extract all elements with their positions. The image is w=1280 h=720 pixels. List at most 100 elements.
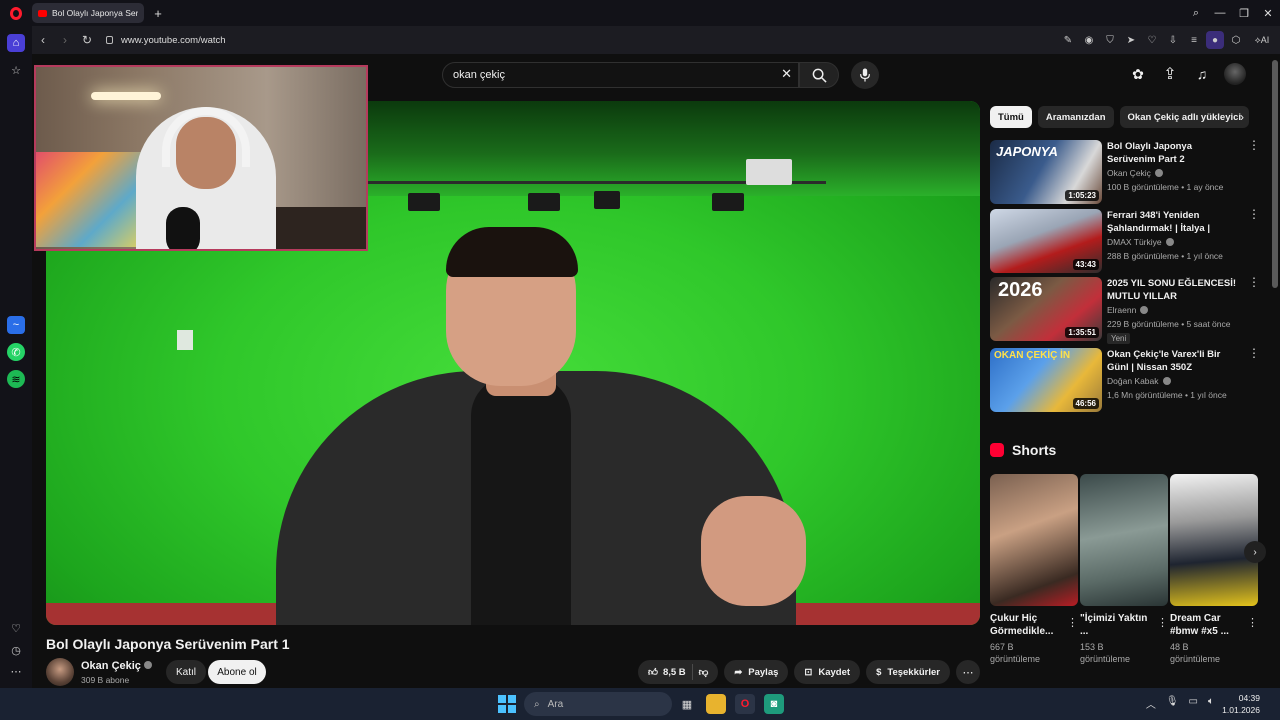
shield-icon[interactable]: ⛉	[1101, 31, 1119, 49]
short-menu-icon[interactable]: ⋮	[1247, 616, 1258, 629]
shorts-next-icon[interactable]: ›	[1244, 541, 1266, 563]
share-button[interactable]: ➦ Paylaş	[724, 660, 789, 684]
video-thumbnail[interactable]: OKAN ÇEKİÇ İN 46:56	[990, 348, 1102, 412]
heart-icon[interactable]: ♡	[1143, 31, 1161, 49]
tray-volume-icon[interactable]: 🔈︎	[1208, 696, 1214, 711]
video-title-link[interactable]: Okan Çekiç'le Varex'li Bir Günl | Nissan…	[1107, 348, 1243, 374]
discord-like-app-icon[interactable]: ◙	[764, 694, 784, 714]
save-button[interactable]: ⊡ Kaydet	[794, 660, 861, 684]
search-button[interactable]	[799, 62, 839, 88]
tray-expand-icon[interactable]: ︿	[1146, 696, 1156, 711]
maximize-icon[interactable]: ❐	[1232, 0, 1256, 26]
short-menu-icon[interactable]: ⋮	[1157, 616, 1168, 629]
video-menu-icon[interactable]: ⋮	[1248, 347, 1260, 362]
tab-search-icon[interactable]: ⌕	[1184, 0, 1208, 26]
recommended-video[interactable]: JAPONYA 1:05:23 Bol Olaylı Japonya Serüv…	[990, 139, 1260, 204]
voice-search-button[interactable]	[851, 61, 879, 89]
star-icon[interactable]: ☆	[7, 61, 25, 79]
taskbar-clock[interactable]: 04:39 1.01.2026	[1222, 692, 1260, 716]
opera-menu-icon[interactable]	[0, 0, 32, 26]
reload-icon[interactable]: ↻	[76, 29, 98, 51]
short-title[interactable]: Dream Car #bmw #x5 ...	[1170, 612, 1244, 638]
recommended-video[interactable]: 43:43 Ferrari 348'i Yeniden Şahlandırmak…	[990, 208, 1260, 273]
webcam-bed	[36, 152, 146, 247]
url-field[interactable]: www.youtube.com/watch	[106, 35, 226, 46]
window-controls: ⌕ — ❐ ✕	[1184, 0, 1280, 26]
video-title-link[interactable]: Bol Olaylı Japonya Serüvenim Part 2	[1107, 140, 1243, 166]
taskbar-search[interactable]: ⌕ Ara	[524, 692, 672, 716]
edit-icon[interactable]: ✎	[1059, 31, 1077, 49]
subscribe-button[interactable]: Abone ol	[208, 660, 266, 684]
recommended-video[interactable]: OKAN ÇEKİÇ İN 46:56 Okan Çekiç'le Varex'…	[990, 347, 1260, 412]
whatsapp-icon[interactable]: ✆	[7, 343, 25, 361]
video-channel[interactable]: Doğan Kabak	[1107, 376, 1171, 386]
video-menu-icon[interactable]: ⋮	[1248, 139, 1260, 154]
tray-network-icon[interactable]: ▭	[1189, 696, 1198, 711]
short-title[interactable]: Çukur Hiç Görmedikle...	[990, 612, 1064, 638]
file-explorer-icon[interactable]	[706, 694, 726, 714]
join-button[interactable]: Katıl	[166, 660, 206, 684]
video-thumbnail[interactable]: 43:43	[990, 209, 1102, 273]
back-icon[interactable]: ‹	[32, 29, 54, 51]
short-item[interactable]: Çukur Hiç Görmedikle... 667 B görüntüleme…	[990, 474, 1078, 665]
video-channel[interactable]: DMAX Türkiye	[1107, 237, 1174, 247]
video-thumbnail[interactable]: JAPONYA 1:05:23	[990, 140, 1102, 204]
history-icon[interactable]: ◷	[7, 641, 25, 659]
forward-icon[interactable]: ›	[54, 29, 76, 51]
minimize-icon[interactable]: —	[1208, 0, 1232, 26]
more-actions-button[interactable]: ⋯	[956, 660, 980, 684]
scrollbar-thumb[interactable]	[1272, 60, 1278, 288]
notifications-bell-icon[interactable]: ♫	[1192, 64, 1212, 84]
opera-taskbar-icon[interactable]: O	[735, 694, 755, 714]
short-thumbnail[interactable]	[990, 474, 1078, 606]
camera-icon[interactable]: ◉	[1080, 31, 1098, 49]
dislike-button[interactable]: 👎︎	[699, 666, 709, 678]
short-item[interactable]: Dream Car #bmw #x5 ... 48 B görüntüleme ⋮	[1170, 474, 1258, 665]
windows-start-icon[interactable]	[498, 695, 516, 713]
chip-all[interactable]: Tümü	[990, 106, 1032, 128]
short-menu-icon[interactable]: ⋮	[1067, 616, 1078, 629]
verified-icon	[1165, 238, 1174, 246]
page-scrollbar[interactable]	[1270, 54, 1280, 688]
chip-from-uploader[interactable]: Okan Çekiç adlı yükleyici	[1119, 106, 1250, 128]
profile-icon[interactable]: ●	[1206, 31, 1224, 49]
short-item[interactable]: "İçimizi Yaktın ... 153 B görüntüleme ⋮	[1080, 474, 1168, 665]
short-thumbnail[interactable]	[1170, 474, 1258, 606]
short-title[interactable]: "İçimizi Yaktın ...	[1080, 612, 1154, 638]
clear-search-icon[interactable]: ✕	[781, 66, 792, 82]
task-view-icon[interactable]: ▦	[677, 694, 697, 714]
video-thumbnail[interactable]: 2026 1:35:51	[990, 277, 1102, 341]
menu-icon[interactable]: ≡	[1185, 31, 1203, 49]
extension-puzzle-icon[interactable]: ✿	[1128, 64, 1148, 84]
recommended-video[interactable]: 2026 1:35:51 2025 YIL SONU EĞLENCESİ! MU…	[990, 276, 1260, 344]
extensions-icon[interactable]: ⬡	[1227, 31, 1245, 49]
chip-from-search[interactable]: Aramanızdan	[1037, 106, 1114, 128]
channel-name[interactable]: Okan Çekiç	[81, 660, 152, 672]
video-menu-icon[interactable]: ⋮	[1248, 208, 1260, 223]
account-avatar[interactable]	[1224, 63, 1246, 85]
channel-avatar[interactable]	[46, 658, 74, 686]
video-channel[interactable]: Elraenn	[1107, 305, 1149, 315]
video-title-link[interactable]: Ferrari 348'i Yeniden Şahlandırmak! | İt…	[1107, 209, 1243, 235]
tray-mic-icon[interactable]: 🎙︎	[1166, 696, 1179, 711]
short-thumbnail[interactable]	[1080, 474, 1168, 606]
video-menu-icon[interactable]: ⋮	[1248, 276, 1260, 291]
search-input[interactable]: okan çekiç ✕	[442, 62, 799, 88]
browser-tab-active[interactable]: Bol Olaylı Japonya Serüvenim Part 1	[32, 3, 144, 23]
spotify-icon[interactable]: ≋	[7, 370, 25, 388]
video-channel[interactable]: Okan Çekiç	[1107, 168, 1163, 178]
like-button[interactable]: 👍︎ 8,5 B	[648, 666, 686, 679]
home-icon[interactable]: ⌂	[7, 34, 25, 52]
close-window-icon[interactable]: ✕	[1256, 0, 1280, 26]
send-icon[interactable]: ➤	[1122, 31, 1140, 49]
new-tab-icon[interactable]: +	[150, 5, 166, 21]
download-icon[interactable]: ⇩	[1164, 31, 1182, 49]
create-upload-icon[interactable]: ⇪	[1160, 64, 1180, 84]
video-title-link[interactable]: 2025 YIL SONU EĞLENCESİ! MUTLU YILLAR	[1107, 277, 1243, 303]
chips-next-icon[interactable]: ›	[1232, 106, 1252, 128]
favorites-icon[interactable]: ♡	[7, 619, 25, 637]
messenger-icon[interactable]: ~	[7, 316, 25, 334]
ai-button[interactable]: ⟡ AI	[1248, 31, 1276, 49]
thanks-button[interactable]: $ Teşekkürler	[866, 660, 950, 684]
more-icon[interactable]: ⋯	[7, 662, 25, 680]
